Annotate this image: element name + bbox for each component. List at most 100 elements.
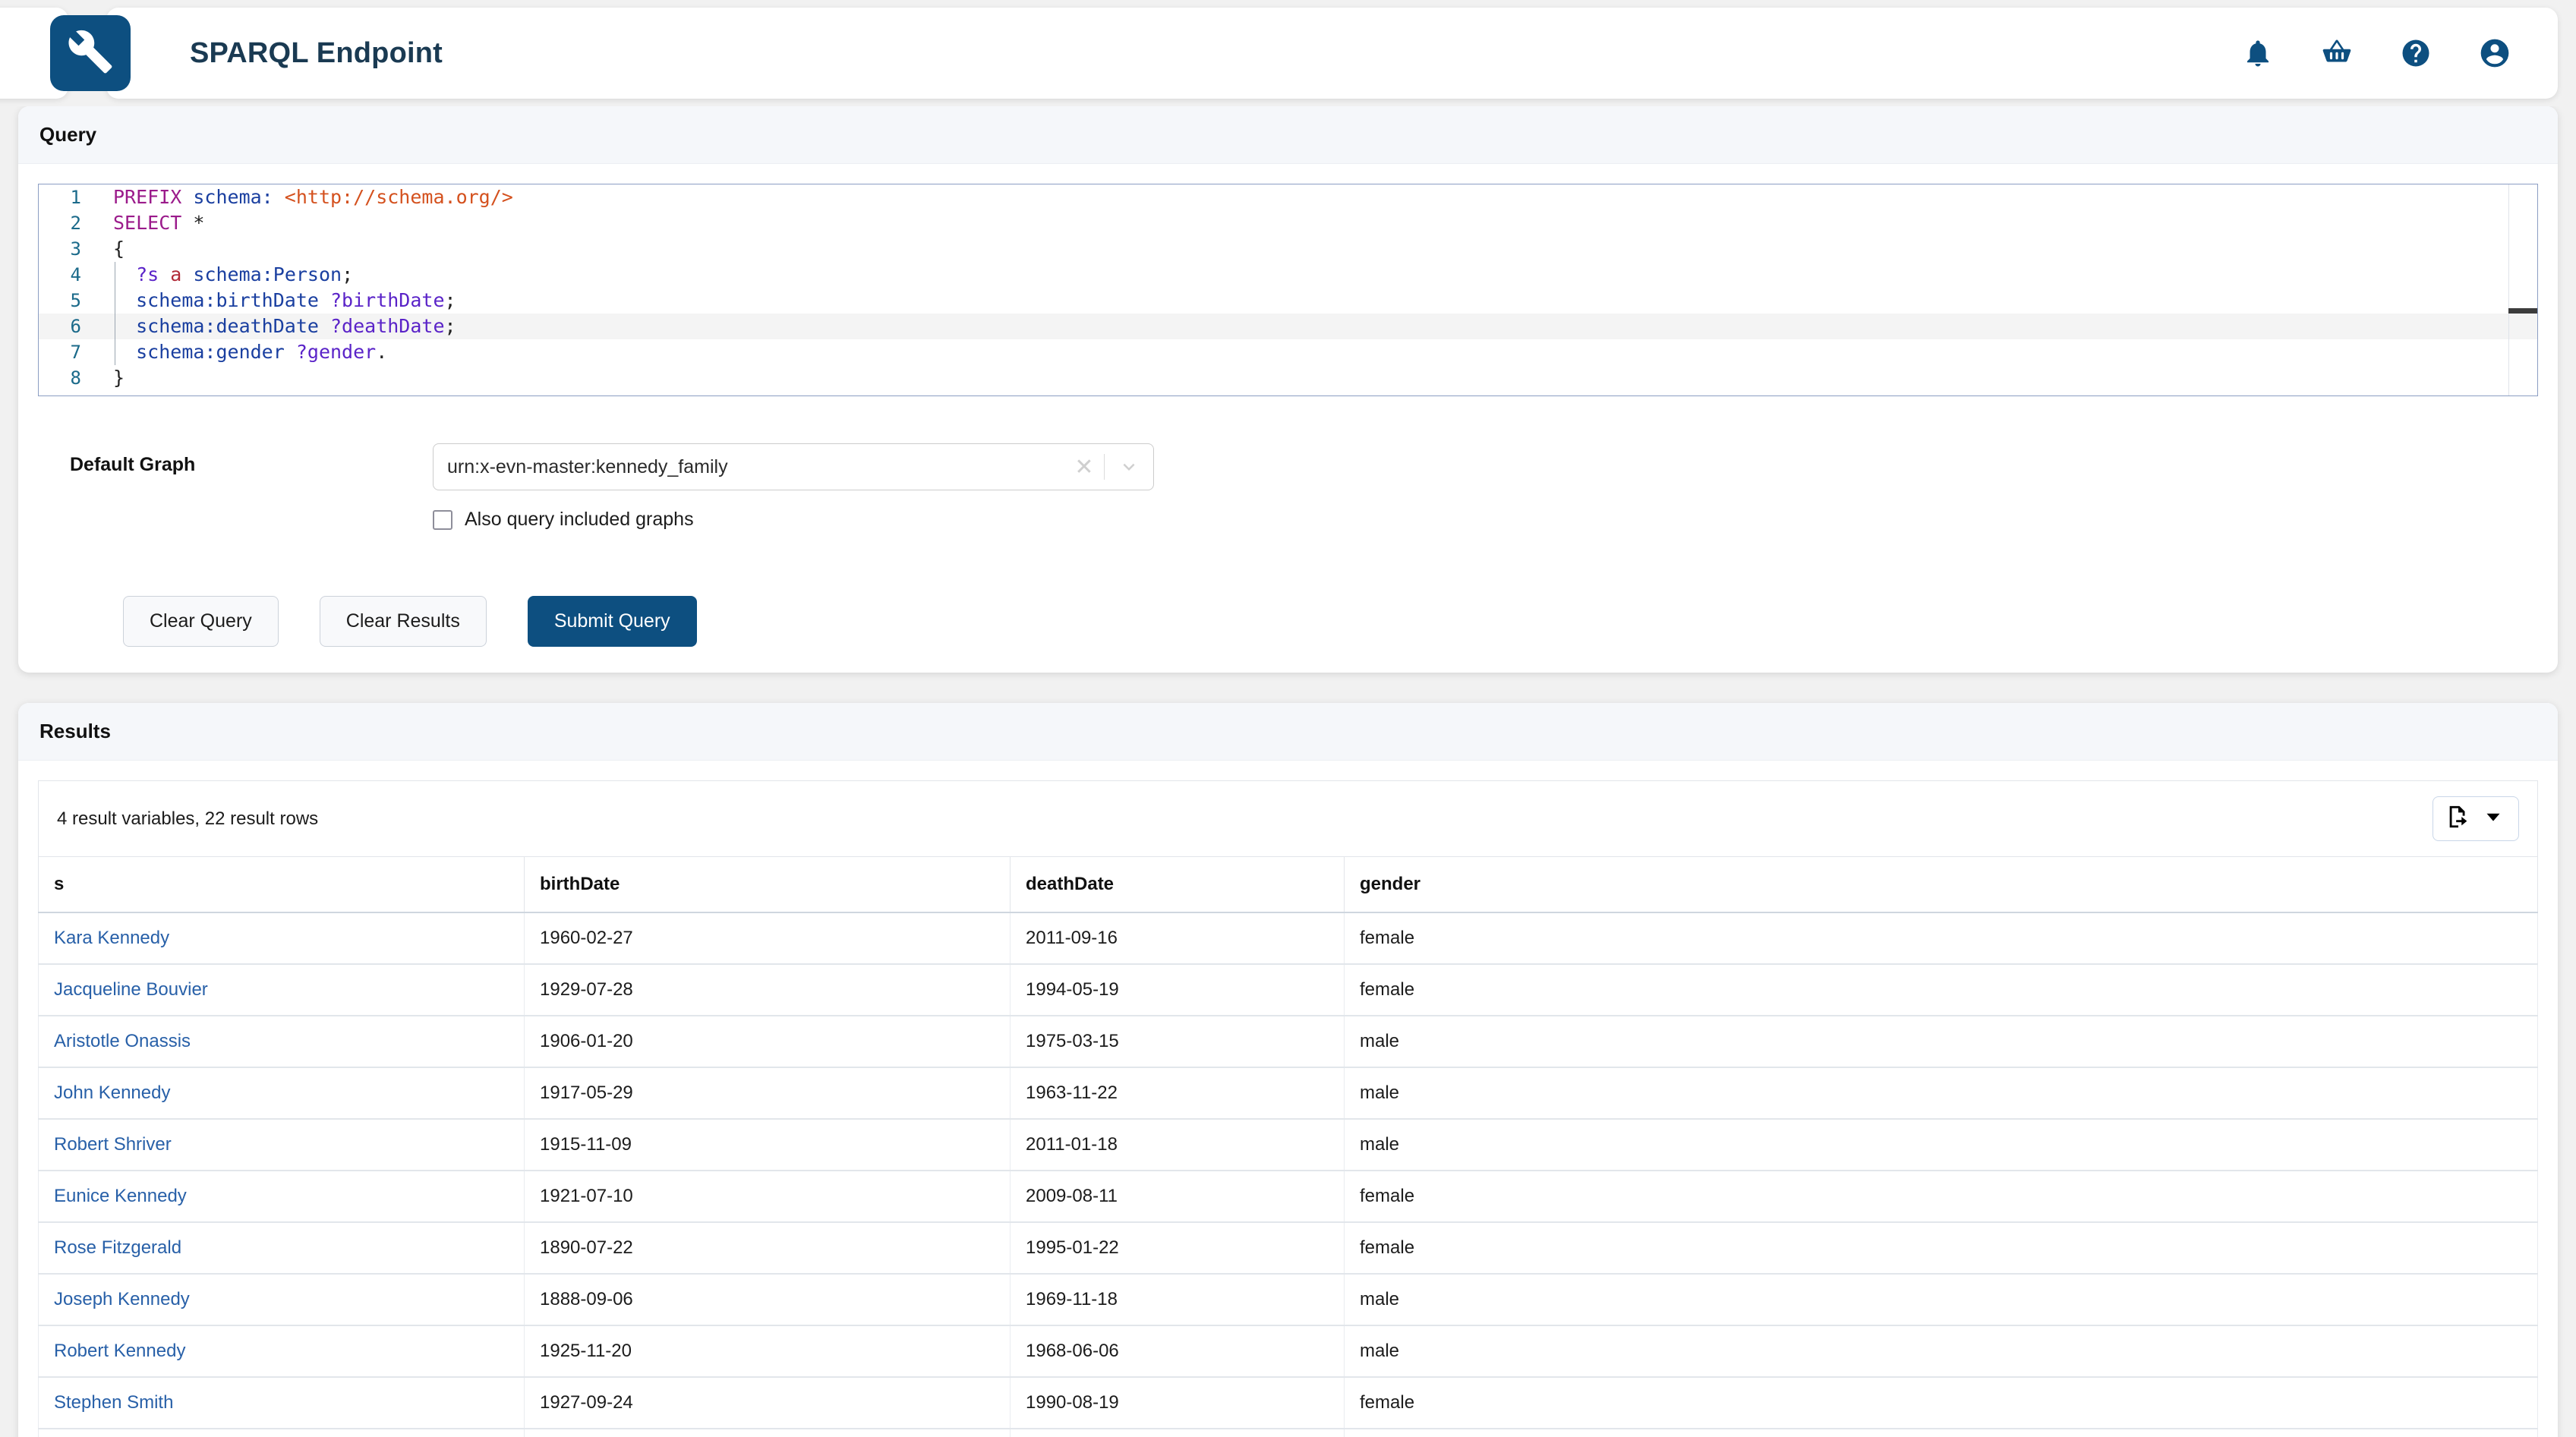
resource-link[interactable]: Jacqueline Bouvier	[54, 979, 208, 1000]
cell-deathDate: 1995-01-22	[1011, 1222, 1345, 1274]
cell-subject[interactable]: Carolyn Bessette	[39, 1429, 525, 1437]
cell-deathDate: 1963-11-22	[1011, 1067, 1345, 1119]
code-token: schema:birthDate	[136, 289, 319, 311]
resource-link[interactable]: Robert Kennedy	[54, 1341, 185, 1361]
code-token: ?birthDate	[330, 289, 445, 311]
editor-scroll-marker[interactable]	[2508, 308, 2537, 314]
code-line[interactable]: 7 schema:gender ?gender.	[39, 339, 2537, 365]
table-row: Stephen Smith1927-09-241990-08-19female	[39, 1377, 2538, 1429]
code-line[interactable]: 2SELECT *	[39, 210, 2537, 236]
code-text: schema:gender ?gender.	[98, 339, 387, 365]
code-token	[113, 263, 136, 285]
code-token: schema:	[193, 186, 273, 208]
code-token: ?deathDate	[330, 315, 445, 337]
close-icon[interactable]: ✕	[1064, 454, 1104, 481]
resource-link[interactable]: Kara Kennedy	[54, 928, 169, 948]
resource-link[interactable]: Eunice Kennedy	[54, 1186, 187, 1206]
line-number: 1	[39, 184, 98, 210]
code-token	[113, 341, 136, 363]
cell-subject[interactable]: Robert Shriver	[39, 1119, 525, 1171]
results-panel-title: Results	[18, 703, 2558, 761]
app-logo[interactable]	[50, 15, 131, 91]
clear-results-button[interactable]: Clear Results	[320, 596, 487, 647]
code-line[interactable]: 3{	[39, 236, 2537, 262]
account-circle-icon[interactable]	[2477, 36, 2512, 71]
cell-gender: male	[1345, 1119, 2538, 1171]
code-token: schema:Person	[193, 263, 342, 285]
column-header-gender[interactable]: gender	[1345, 857, 2538, 913]
column-header-deathDate[interactable]: deathDate	[1011, 857, 1345, 913]
code-line[interactable]: 4 ?s a schema:Person;	[39, 262, 2537, 288]
top-bar: SPARQL Endpoint	[0, 0, 2576, 106]
code-token	[113, 289, 136, 311]
table-row: John Kennedy1917-05-291963-11-22male	[39, 1067, 2538, 1119]
cell-subject[interactable]: Stephen Smith	[39, 1377, 525, 1429]
code-token: schema:deathDate	[136, 315, 319, 337]
help-circle-icon[interactable]	[2398, 36, 2433, 71]
cell-birthDate: 1915-11-09	[525, 1119, 1011, 1171]
cell-deathDate: 1975-03-15	[1011, 1016, 1345, 1067]
clear-query-button[interactable]: Clear Query	[123, 596, 279, 647]
cell-subject[interactable]: John Kennedy	[39, 1067, 525, 1119]
code-line[interactable]: 6 schema:deathDate ?deathDate;	[39, 314, 2537, 339]
code-text: ?s a schema:Person;	[98, 262, 353, 288]
cell-birthDate: 1927-09-24	[525, 1377, 1011, 1429]
code-line[interactable]: 5 schema:birthDate ?birthDate;	[39, 288, 2537, 314]
include-graphs-checkbox[interactable]	[433, 510, 452, 530]
top-bar-actions	[2240, 36, 2512, 71]
results-table-body: Kara Kennedy1960-02-272011-09-16femaleJa…	[39, 912, 2538, 1437]
code-token: a	[170, 263, 181, 285]
cell-birthDate: 1917-05-29	[525, 1067, 1011, 1119]
cell-subject[interactable]: Aristotle Onassis	[39, 1016, 525, 1067]
column-header-birthDate[interactable]: birthDate	[525, 857, 1011, 913]
line-number: 4	[39, 262, 98, 288]
code-line[interactable]: 1 PREFIX schema: <http://schema.org/>	[39, 184, 2537, 210]
results-summary: 4 result variables, 22 result rows	[57, 808, 318, 830]
cell-subject[interactable]: Joseph Kennedy	[39, 1274, 525, 1325]
default-graph-row: Default Graph urn:x-evn-master:kennedy_f…	[38, 443, 2538, 531]
column-header-s[interactable]: s	[39, 857, 525, 913]
resource-link[interactable]: Rose Fitzgerald	[54, 1237, 181, 1258]
export-results-button[interactable]	[2433, 796, 2519, 841]
resource-link[interactable]: Stephen Smith	[54, 1392, 173, 1413]
cell-deathDate: 2011-09-16	[1011, 912, 1345, 964]
default-graph-select[interactable]: urn:x-evn-master:kennedy_family ✕	[433, 443, 1154, 490]
resource-link[interactable]: Aristotle Onassis	[54, 1031, 191, 1051]
cell-deathDate: 1999-07-16	[1011, 1429, 1345, 1437]
code-token	[159, 263, 170, 285]
cell-deathDate: 1990-08-19	[1011, 1377, 1345, 1429]
cell-subject[interactable]: Kara Kennedy	[39, 912, 525, 964]
code-token	[113, 315, 136, 337]
chevron-down-icon[interactable]	[1105, 455, 1153, 478]
cell-subject[interactable]: Jacqueline Bouvier	[39, 964, 525, 1016]
code-token: PREFIX	[113, 186, 181, 208]
resource-link[interactable]: Joseph Kennedy	[54, 1289, 190, 1309]
code-token	[285, 341, 296, 363]
code-token: SELECT	[113, 212, 181, 234]
page-title: SPARQL Endpoint	[190, 37, 443, 70]
code-token: {	[113, 238, 125, 260]
cell-subject[interactable]: Robert Kennedy	[39, 1325, 525, 1377]
code-token: <http://schema.org/>	[285, 186, 513, 208]
cell-subject[interactable]: Eunice Kennedy	[39, 1171, 525, 1222]
notifications-bell-icon[interactable]	[2240, 36, 2275, 71]
code-token: }	[113, 367, 125, 389]
table-row: Robert Shriver1915-11-092011-01-18male	[39, 1119, 2538, 1171]
results-table: sbirthDatedeathDategender Kara Kennedy19…	[38, 856, 2538, 1437]
cell-subject[interactable]: Rose Fitzgerald	[39, 1222, 525, 1274]
cell-deathDate: 2009-08-11	[1011, 1171, 1345, 1222]
code-token: schema:gender	[136, 341, 285, 363]
cell-gender: female	[1345, 1429, 2538, 1437]
submit-query-button[interactable]: Submit Query	[528, 596, 697, 647]
code-line[interactable]: 8}	[39, 365, 2537, 391]
include-graphs-row[interactable]: Also query included graphs	[433, 509, 2538, 531]
editor-lines[interactable]: 1 PREFIX schema: <http://schema.org/>2SEL…	[39, 184, 2537, 391]
cell-birthDate: 1921-07-10	[525, 1171, 1011, 1222]
resource-link[interactable]: John Kennedy	[54, 1082, 170, 1103]
code-text: schema:birthDate ?birthDate;	[98, 288, 456, 314]
sparql-query-editor[interactable]: 1 PREFIX schema: <http://schema.org/>2SEL…	[38, 184, 2538, 396]
cell-gender: female	[1345, 1171, 2538, 1222]
basket-icon[interactable]	[2319, 36, 2354, 71]
resource-link[interactable]: Robert Shriver	[54, 1134, 172, 1155]
cell-gender: female	[1345, 964, 2538, 1016]
